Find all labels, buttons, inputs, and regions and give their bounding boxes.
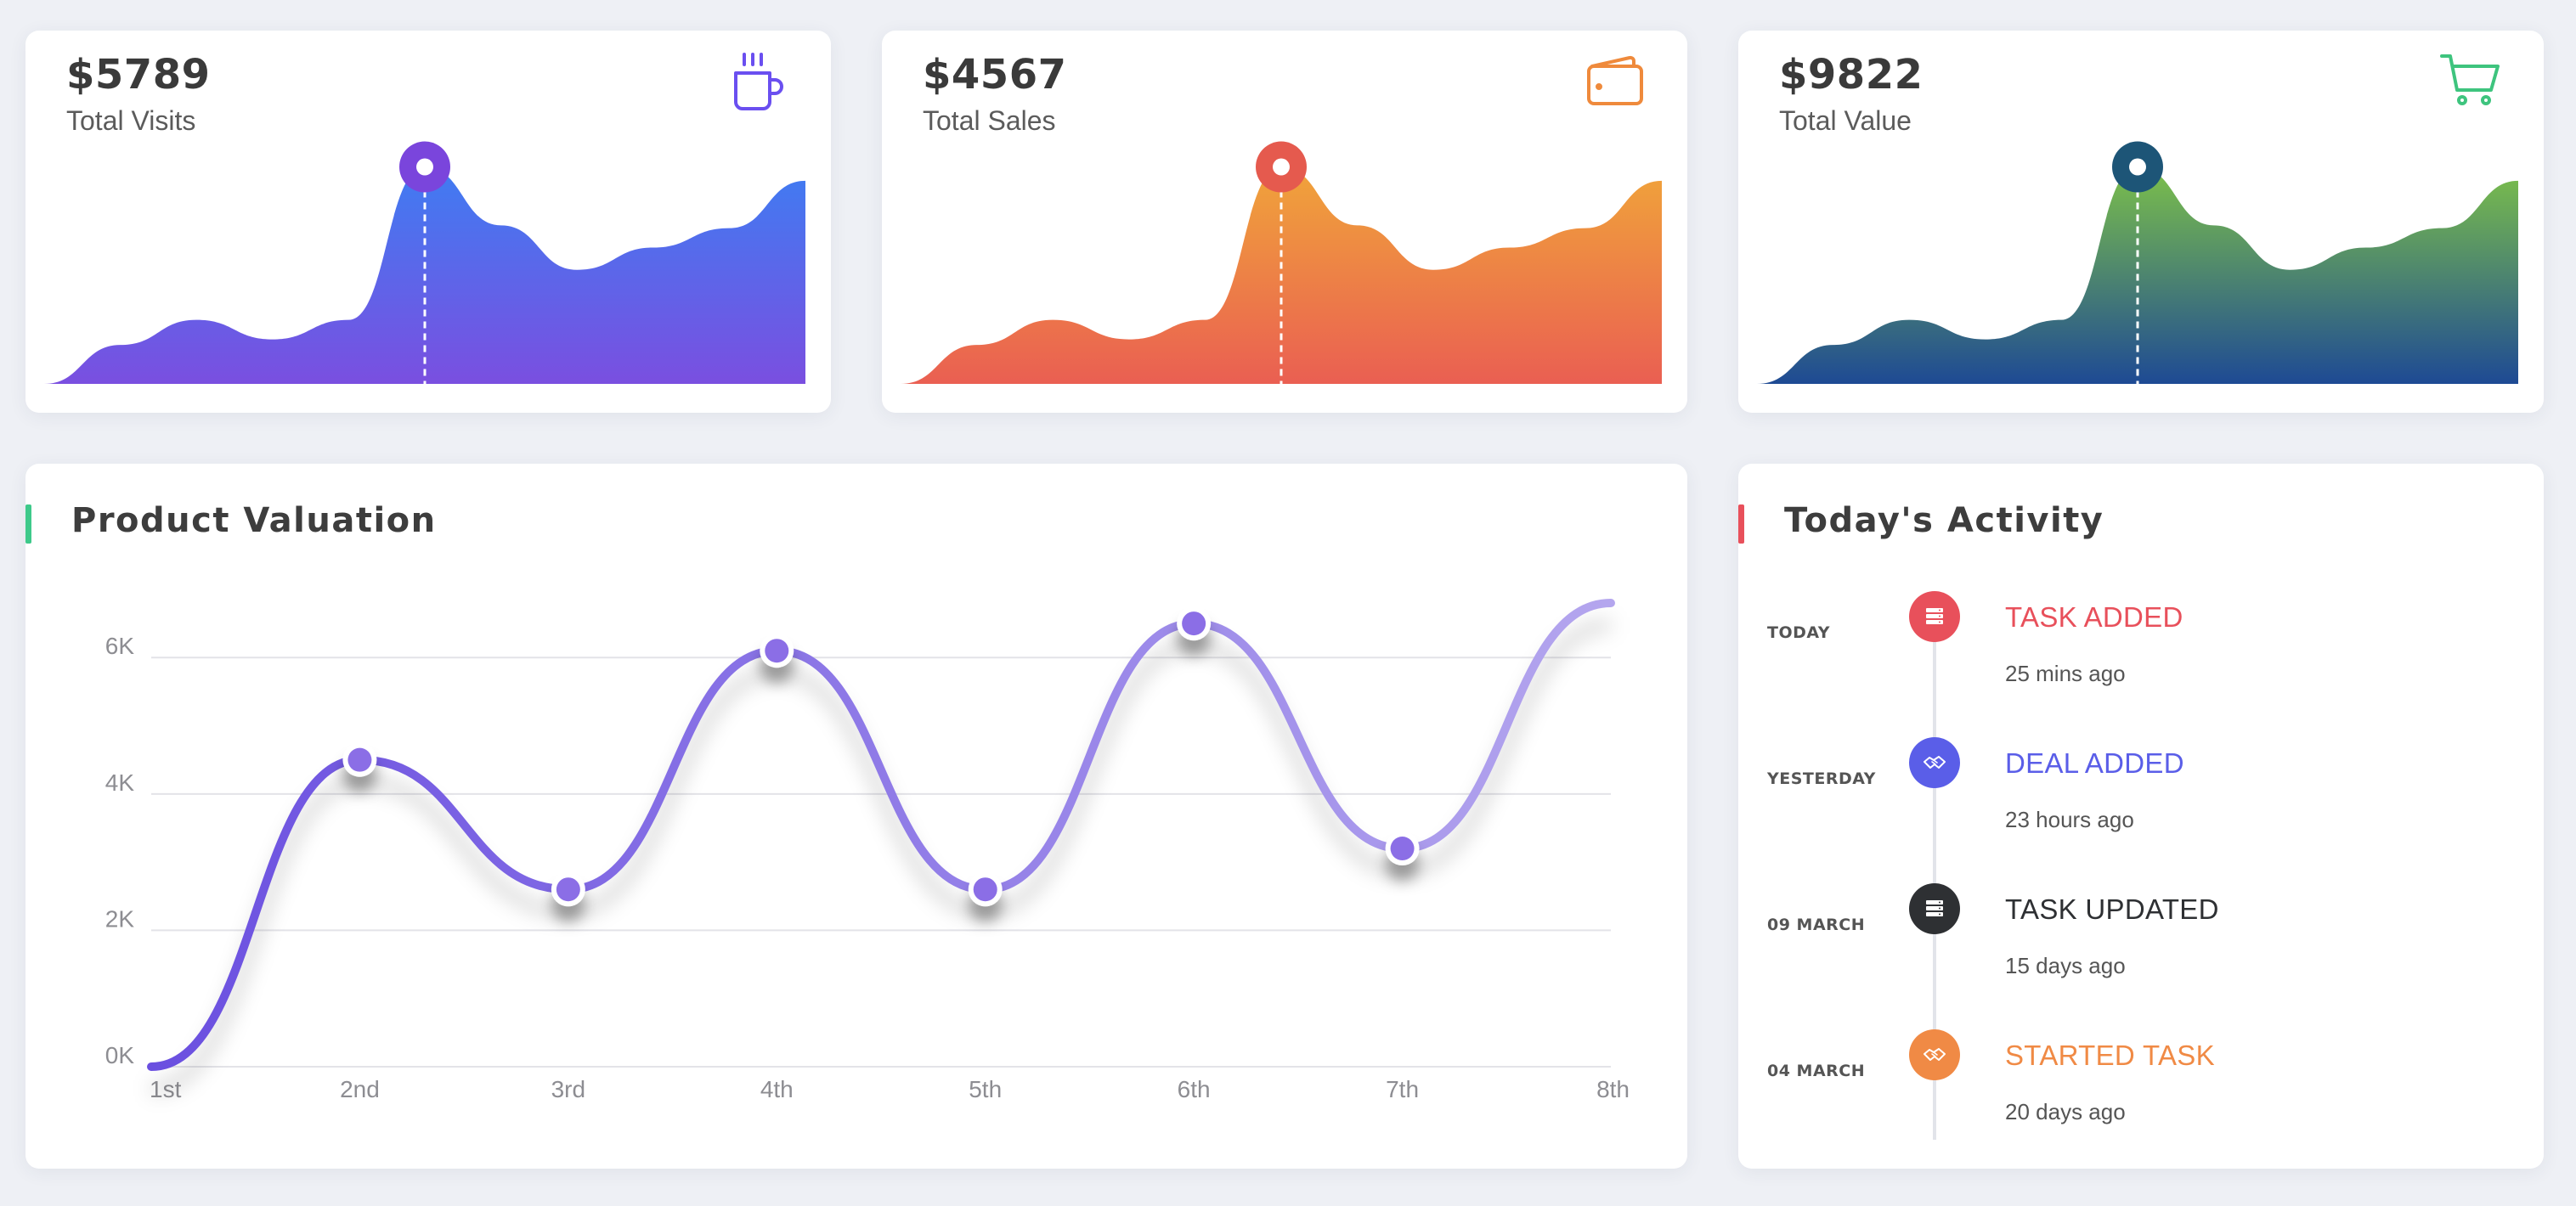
x-tick-label: 8th — [1596, 1076, 1630, 1102]
x-tick-label: 5th — [969, 1076, 1002, 1102]
product-valuation-panel: Product Valuation 0K 2K 4K 6K 1st 2nd 3rd 4th 5t… — [25, 464, 1687, 1169]
x-tick-label: 7th — [1386, 1076, 1419, 1102]
data-point[interactable] — [1385, 831, 1420, 866]
y-tick-label: 0K — [105, 1042, 135, 1068]
activity-item[interactable]: TODAY TASK ADDED 25 mins ago — [1738, 591, 2544, 693]
data-point[interactable] — [551, 872, 585, 907]
activity-title: TASK ADDED — [2005, 601, 2183, 633]
activity-item[interactable]: 09 MARCH TASK UPDATED 15 days ago — [1738, 883, 2544, 985]
activity-time: 23 hours ago — [2005, 807, 2134, 832]
handshake-icon — [1909, 1029, 1960, 1080]
activity-date: 04 MARCH — [1767, 1062, 1866, 1080]
data-point[interactable] — [760, 634, 794, 668]
panel-title: Today's Activity — [1784, 501, 2104, 540]
x-tick-label: 2nd — [340, 1076, 380, 1102]
stat-area-chart — [1757, 141, 2518, 384]
data-point[interactable] — [1177, 606, 1212, 641]
highlight-marker-center — [2129, 158, 2146, 176]
x-tick-label: 6th — [1178, 1076, 1211, 1102]
handshake-icon — [1909, 737, 1960, 788]
y-tick-label: 6K — [105, 633, 135, 659]
highlight-marker-center — [1273, 158, 1290, 176]
activity-title: DEAL ADDED — [2005, 747, 2184, 779]
activity-time: 15 days ago — [2005, 953, 2126, 978]
activity-date: TODAY — [1767, 623, 1831, 642]
activity-time: 25 mins ago — [2005, 661, 2126, 686]
highlight-marker-center — [416, 158, 433, 176]
stat-card-value: $9822 Total Value — [1738, 31, 2544, 413]
server-icon — [1909, 591, 1960, 642]
todays-activity-panel: Today's Activity TODAY TASK ADDED 25 min… — [1738, 464, 2544, 1169]
x-tick-label: 4th — [760, 1076, 794, 1102]
y-tick-label: 2K — [105, 905, 135, 932]
y-tick-label: 4K — [105, 769, 135, 796]
activity-date: 09 MARCH — [1767, 916, 1866, 934]
data-point[interactable] — [968, 872, 1003, 907]
stat-card-visits: $5789 Total Visits — [25, 31, 831, 413]
activity-title: STARTED TASK — [2005, 1040, 2215, 1071]
stat-card-sales: $4567 Total Sales — [882, 31, 1687, 413]
stat-area-chart — [44, 141, 805, 384]
activity-item[interactable]: YESTERDAY DEAL ADDED 23 hours ago — [1738, 737, 2544, 839]
valuation-line-chart: 0K2K4K6K1st 2nd 3rd 4th 5th 6th 7th 8th — [105, 599, 1630, 1102]
activity-date: YESTERDAY — [1767, 769, 1876, 788]
activity-time: 20 days ago — [2005, 1099, 2126, 1124]
panel-accent-bar — [1738, 504, 1744, 544]
stat-area-chart — [901, 141, 1662, 384]
series-line — [147, 599, 1615, 1071]
server-icon — [1909, 883, 1960, 934]
activity-title: TASK UPDATED — [2005, 893, 2219, 925]
data-point[interactable] — [342, 742, 377, 777]
x-tick-label: 3rd — [551, 1076, 585, 1102]
activity-item[interactable]: 04 MARCH STARTED TASK 20 days ago — [1738, 1029, 2544, 1131]
